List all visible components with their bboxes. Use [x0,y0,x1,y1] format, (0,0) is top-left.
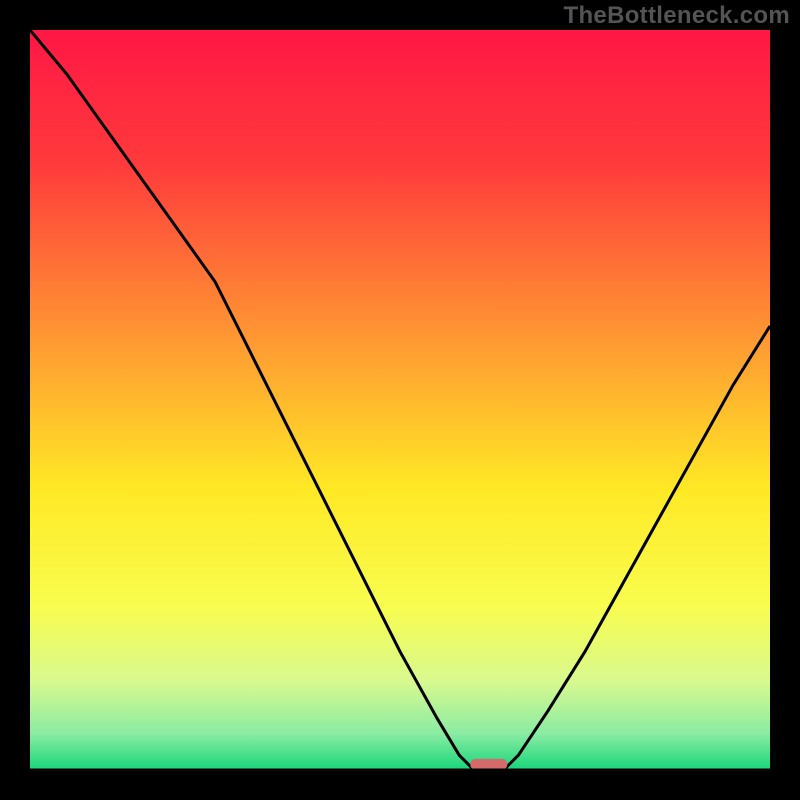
bottleneck-chart [30,30,770,770]
optimal-marker [470,759,507,770]
watermark-text: TheBottleneck.com [564,2,790,30]
chart-frame: TheBottleneck.com [0,0,800,800]
chart-background [30,30,770,770]
